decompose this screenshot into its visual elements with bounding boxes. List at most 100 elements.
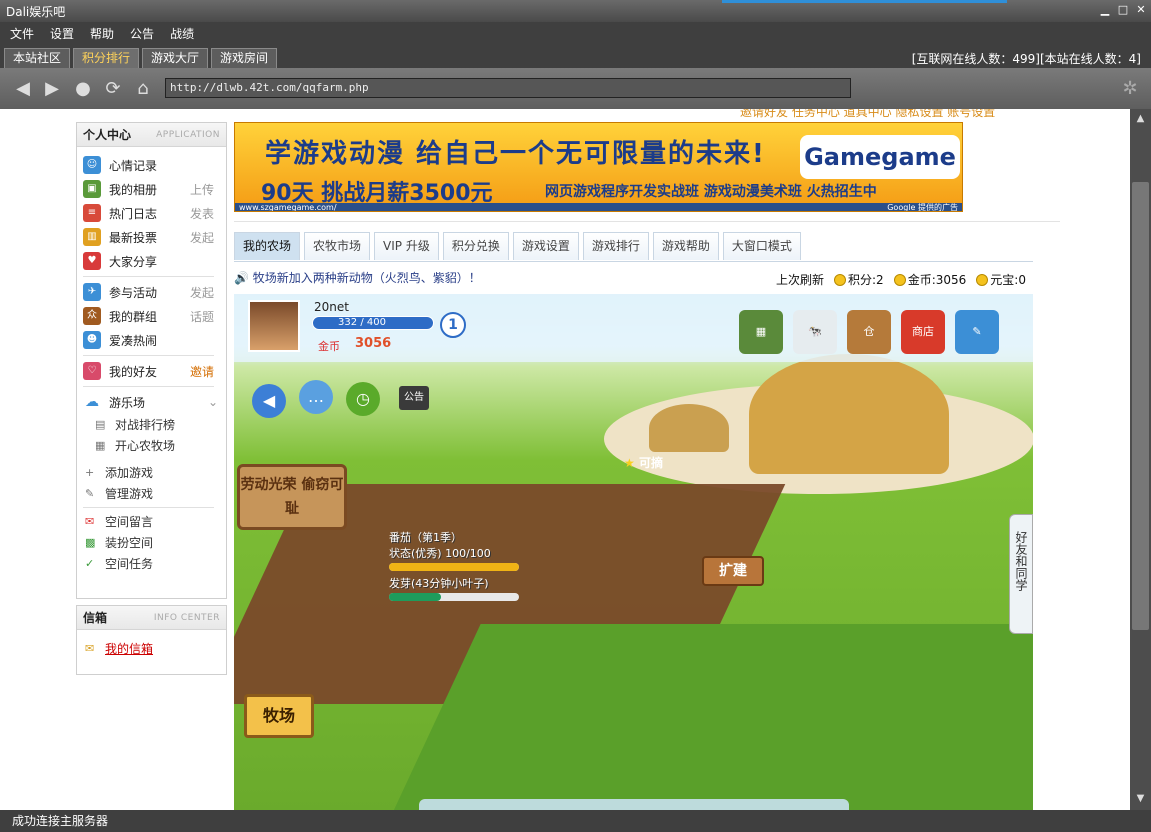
- sidebar-item-label: 我的群组: [109, 309, 158, 324]
- decorate-space-link[interactable]: ▩ 装扮空间: [77, 532, 226, 553]
- decorate-icon: ▩: [85, 536, 96, 549]
- pasture-sign[interactable]: 牧场: [244, 694, 314, 738]
- tab-vip[interactable]: VIP 升级: [374, 232, 439, 260]
- crop-growth: 发芽(43分钟小叶子): [389, 577, 489, 590]
- menu-record[interactable]: 战绩: [170, 25, 194, 42]
- grass-field[interactable]: [387, 624, 1033, 810]
- expand-sign[interactable]: 扩建: [702, 556, 764, 586]
- add-game-link[interactable]: + 添加游戏: [77, 462, 226, 483]
- game-tabs: 我的农场 农牧市场 VIP 升级 积分兑换 游戏设置 游戏排行 游戏帮助 大窗口…: [234, 232, 801, 260]
- seed-bag-icon[interactable]: ▦: [739, 310, 783, 354]
- sidebar-item-vote[interactable]: ▥ 最新投票 发起: [77, 225, 226, 249]
- menu-announcement[interactable]: 公告: [130, 25, 154, 42]
- menu-help[interactable]: 帮助: [90, 25, 114, 42]
- warehouse-icon[interactable]: 仓: [847, 310, 891, 354]
- decoration-icon[interactable]: ✎: [955, 310, 999, 354]
- refresh-icon[interactable]: ⟳: [102, 78, 124, 100]
- tab-points-exchange[interactable]: 积分兑换: [442, 232, 509, 260]
- space-task-label: 空间任务: [105, 557, 154, 571]
- gear-icon[interactable]: ✲: [1119, 78, 1141, 100]
- divider: [234, 221, 1060, 222]
- tab-game-help[interactable]: 游戏帮助: [652, 232, 719, 260]
- tab-ranking[interactable]: 积分排行: [73, 48, 140, 68]
- game-link-happy-farm[interactable]: ▦ 开心农牧场: [77, 435, 226, 456]
- top-links[interactable]: 邀请好友 任务中心 道具中心 隐私设置 账号设置: [740, 109, 995, 120]
- sidebar-item-share[interactable]: ♥ 大家分享: [77, 249, 226, 273]
- vertical-scrollbar[interactable]: ▲ ▼: [1130, 109, 1151, 810]
- speaker-icon: 🔊: [234, 271, 249, 285]
- sidebar-item-trending[interactable]: ☻ 爱凑热闹: [77, 328, 226, 352]
- my-inbox-label: 我的信箱: [105, 642, 154, 656]
- task-icon: ✓: [85, 557, 95, 570]
- minimize-icon[interactable]: ▁: [1099, 3, 1111, 17]
- tab-game-hall[interactable]: 游戏大厅: [142, 48, 209, 68]
- manage-game-link[interactable]: ✎ 管理游戏: [77, 483, 226, 504]
- menu-settings[interactable]: 设置: [50, 25, 74, 42]
- tool-bar-bottom[interactable]: [419, 799, 849, 810]
- address-bar[interactable]: http://dlwb.42t.com/qqfarm.php: [165, 78, 851, 98]
- ad-banner[interactable]: 学游戏动漫 给自己一个无可限量的未来! 90天 挑战月薪3500元 网页游戏程序…: [234, 122, 963, 212]
- stop-icon[interactable]: ●: [72, 78, 94, 100]
- start-vote-link[interactable]: 发起: [190, 229, 214, 246]
- tab-game-ranking[interactable]: 游戏排行: [582, 232, 649, 260]
- space-message-link[interactable]: ✉ 空间留言: [77, 511, 226, 532]
- farm-game[interactable]: 20net 332 / 400 1 金币 3056 ▦ 🐄 仓 商店 ✎ ◀ ……: [234, 294, 1033, 810]
- sidebar-item-groups[interactable]: 众 我的群组 话题: [77, 304, 226, 328]
- topic-link[interactable]: 话题: [190, 308, 214, 325]
- shop-icon[interactable]: 商店: [901, 310, 945, 354]
- game-notice[interactable]: 🔊 牧场新加入两种新动物（火烈鸟、紫貂）！: [234, 269, 481, 286]
- invite-link[interactable]: 邀请: [190, 363, 214, 380]
- scroll-up-icon[interactable]: ▲: [1134, 113, 1147, 126]
- game-link-battle-ranking[interactable]: ▤ 对战排行榜: [77, 414, 226, 435]
- tab-game-room[interactable]: 游戏房间: [211, 48, 278, 68]
- scroll-thumb[interactable]: [1132, 182, 1149, 630]
- banner-ad-credit[interactable]: Google 提供的广告: [887, 203, 958, 211]
- space-task-link[interactable]: ✓ 空间任务: [77, 553, 226, 574]
- gold-stat: 金币:3056: [893, 271, 967, 288]
- sidebar-item-playground[interactable]: ☁ 游乐场 ⌄: [77, 390, 226, 414]
- crop-health-bar: [389, 563, 519, 571]
- maximize-icon[interactable]: □: [1117, 3, 1129, 17]
- chat-icon[interactable]: …: [299, 380, 333, 414]
- sidebar-item-album[interactable]: ▣ 我的相册 上传: [77, 177, 226, 201]
- home-icon[interactable]: ⌂: [132, 78, 154, 100]
- banner-url[interactable]: www.szgamegame.com/: [239, 203, 337, 211]
- tab-my-farm[interactable]: 我的农场: [234, 232, 301, 260]
- divider: [83, 276, 214, 277]
- sidebar-item-friends[interactable]: ♡ 我的好友 邀请: [77, 359, 226, 383]
- doghouse[interactable]: [649, 404, 729, 452]
- friends-text: 好友和同学: [1014, 531, 1028, 591]
- publish-link[interactable]: 发表: [190, 205, 214, 222]
- speaker-icon[interactable]: ◀: [252, 384, 286, 418]
- start-event-link[interactable]: 发起: [190, 284, 214, 301]
- friends-panel-toggle[interactable]: 好友和同学: [1009, 514, 1033, 634]
- sidebar-item-blog[interactable]: ≡ 热门日志 发表: [77, 201, 226, 225]
- album-icon: ▣: [83, 180, 101, 198]
- menu-file[interactable]: 文件: [10, 25, 34, 42]
- my-inbox-link[interactable]: ✉ 我的信箱: [77, 638, 226, 659]
- back-icon[interactable]: ◀: [12, 78, 34, 100]
- menu-bar: 文件 设置 帮助 公告 战绩: [0, 22, 1151, 44]
- blog-icon: ≡: [83, 204, 101, 222]
- gold-label: 金币: [318, 340, 340, 353]
- sidebar-item-events[interactable]: ✈ 参与活动 发起: [77, 280, 226, 304]
- tab-community[interactable]: 本站社区: [4, 48, 71, 68]
- cow-icon[interactable]: 🐄: [793, 310, 837, 354]
- avatar[interactable]: [248, 300, 300, 352]
- tab-game-settings[interactable]: 游戏设置: [512, 232, 579, 260]
- gold-value: 金币:3056: [907, 273, 967, 287]
- scroll-down-icon[interactable]: ▼: [1134, 793, 1147, 806]
- tab-large-window[interactable]: 大窗口模式: [722, 232, 801, 260]
- tab-market[interactable]: 农牧市场: [304, 232, 371, 260]
- crop-name: 番茄（第1季）: [389, 531, 462, 544]
- upload-link[interactable]: 上传: [190, 181, 214, 198]
- forward-icon[interactable]: ▶: [41, 78, 63, 100]
- barn[interactable]: [749, 354, 949, 474]
- clock-icon[interactable]: ◷: [346, 382, 380, 416]
- last-refresh[interactable]: 上次刷新: [776, 271, 824, 288]
- chevron-down-icon[interactable]: ⌄: [208, 395, 218, 409]
- close-icon[interactable]: ✕: [1135, 3, 1147, 17]
- announcement-button[interactable]: 公告: [399, 386, 429, 410]
- sidebar-item-mood[interactable]: ☺ 心情记录: [77, 153, 226, 177]
- harvestable-label[interactable]: ★ 可摘: [624, 454, 663, 471]
